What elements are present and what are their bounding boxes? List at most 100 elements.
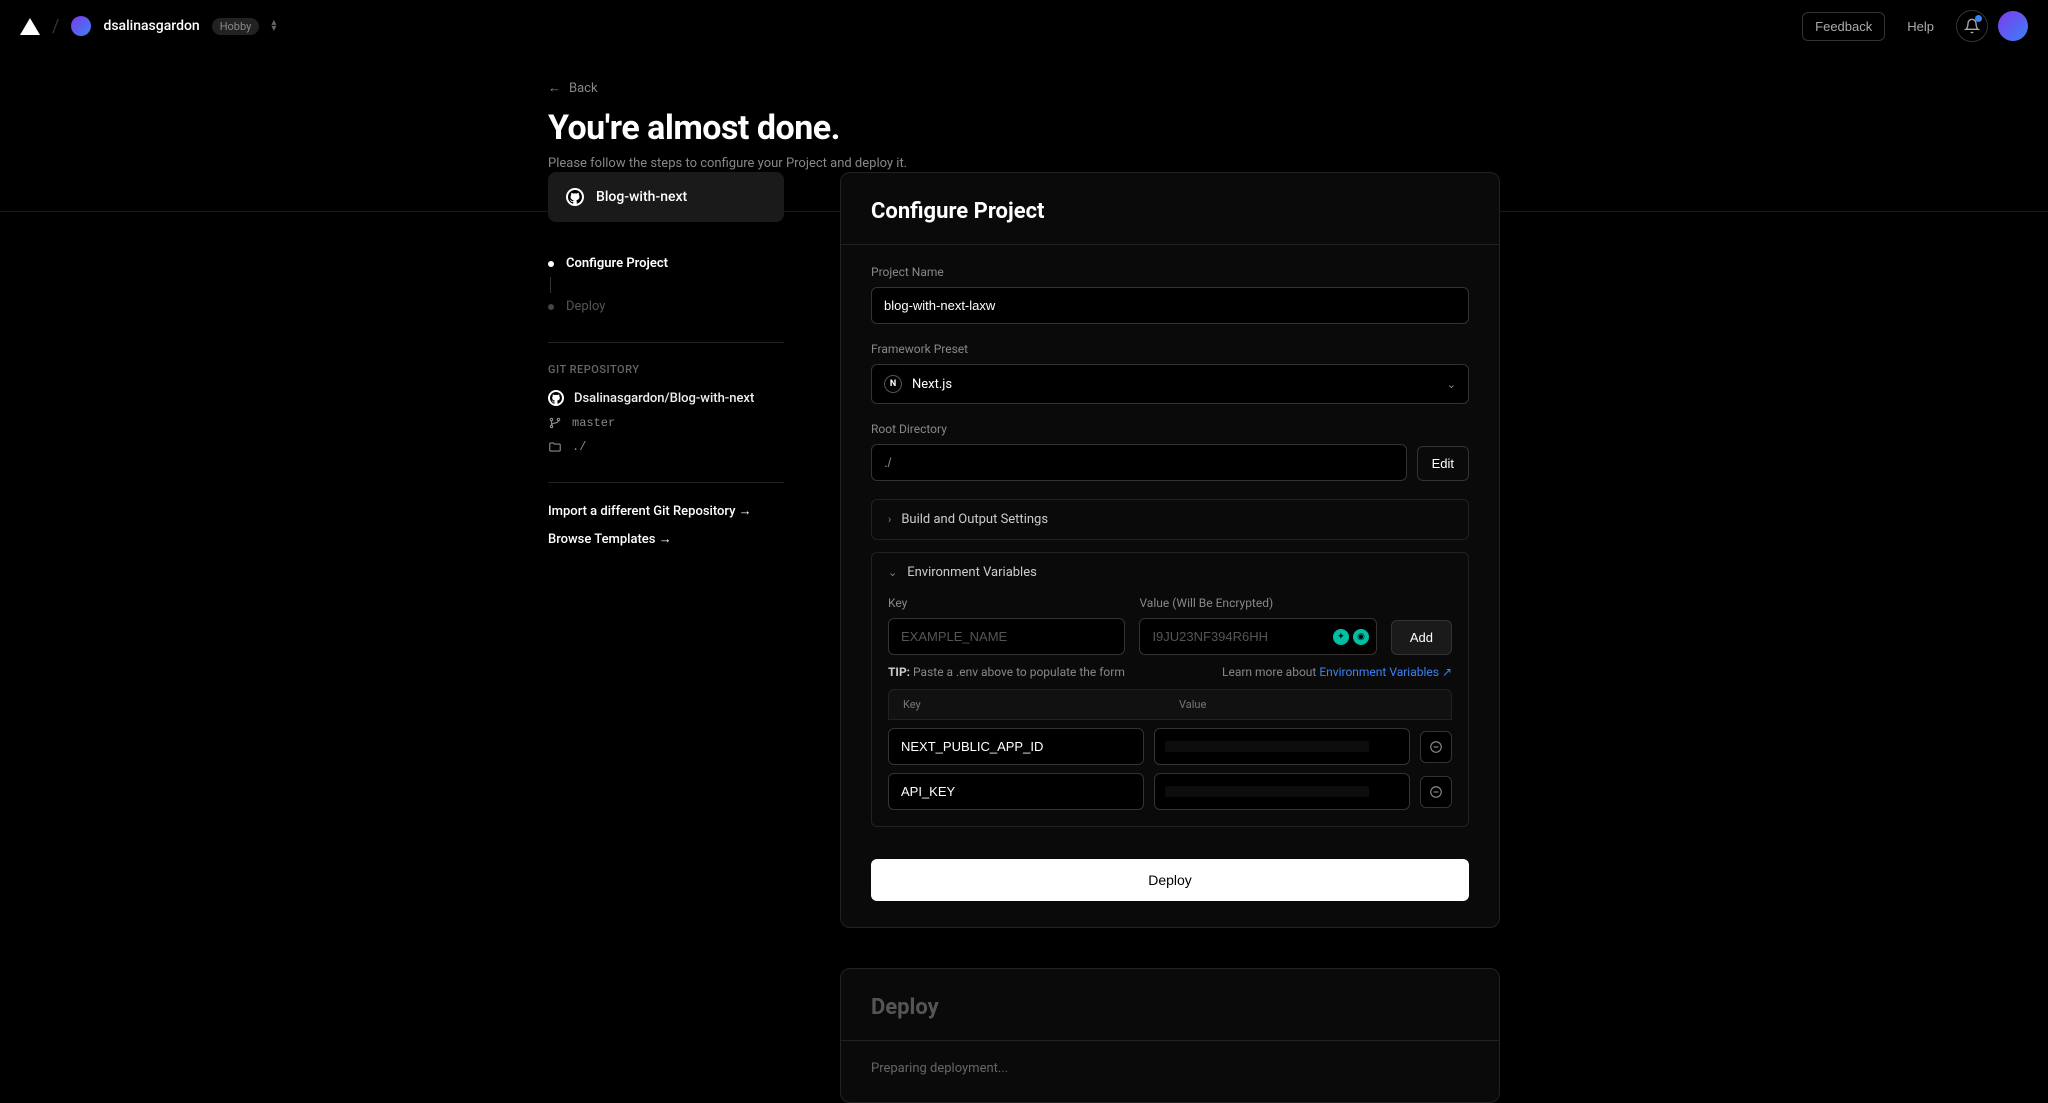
step-connector (550, 277, 551, 293)
deploy-card: Deploy Preparing deployment... (840, 968, 1500, 1103)
framework-value: Next.js (912, 377, 952, 392)
learn-more-prefix: Learn more about (1222, 665, 1319, 679)
remove-env-button[interactable] (1420, 776, 1452, 808)
extension-badge-icon[interactable]: ✦ (1333, 629, 1349, 645)
tip-bold: TIP: (888, 665, 910, 679)
sidebar-divider (548, 342, 784, 343)
password-manager-badges: ✦ ◉ (1333, 629, 1369, 645)
configure-project-card: Configure Project Project Name Framework… (840, 172, 1500, 928)
env-table-value-header: Value (1161, 698, 1437, 711)
env-table-key-header: Key (903, 698, 1161, 711)
chevron-down-icon: ⌄ (1447, 378, 1456, 391)
minus-circle-icon (1429, 785, 1443, 799)
username[interactable]: dsalinasgardon (103, 18, 199, 34)
env-entry-key[interactable] (888, 728, 1144, 765)
env-tip-row: TIP: Paste a .env above to populate the … (888, 665, 1452, 679)
notification-dot-icon (1975, 15, 1982, 22)
back-link[interactable]: ← Back (548, 80, 1500, 96)
env-value-label: Value (Will Be Encrypted) (1139, 596, 1376, 610)
edit-root-button[interactable]: Edit (1417, 446, 1469, 481)
repo-card-name: Blog-with-next (596, 189, 687, 205)
env-table-header: Key Value (888, 689, 1452, 720)
env-docs-link[interactable]: Environment Variables ↗ (1319, 665, 1452, 679)
framework-label: Framework Preset (871, 342, 1469, 356)
github-icon (566, 188, 584, 206)
deploy-title: Deploy (871, 995, 1469, 1020)
env-vars-body: Key Value (Will Be Encrypted) ✦ (872, 592, 1468, 826)
team-avatar-icon[interactable] (71, 16, 91, 36)
main-column: Configure Project Project Name Framework… (840, 132, 1500, 1103)
chevron-right-icon: › (888, 513, 891, 526)
project-name-group: Project Name (871, 265, 1469, 324)
minus-circle-icon (1429, 740, 1443, 754)
breadcrumb-slash: / (52, 16, 59, 37)
step-label: Configure Project (566, 256, 668, 271)
tip-text: Paste a .env above to populate the form (913, 665, 1125, 679)
env-entry-key[interactable] (888, 773, 1144, 810)
step-configure[interactable]: Configure Project (548, 256, 784, 271)
vercel-logo-icon[interactable] (20, 18, 40, 35)
external-link-icon: ↗ (1442, 665, 1452, 679)
env-key-input[interactable] (888, 618, 1125, 655)
root-dir-group: Root Directory Edit (871, 422, 1469, 481)
header-left: / dsalinasgardon Hobby ▴▾ (20, 16, 276, 37)
remove-env-button[interactable] (1420, 731, 1452, 763)
feedback-button[interactable]: Feedback (1802, 12, 1885, 41)
configure-title: Configure Project (871, 199, 1469, 224)
sidebar-divider (548, 482, 784, 483)
root-dir-input[interactable] (871, 444, 1407, 481)
build-settings-accordion: › Build and Output Settings (871, 499, 1469, 540)
root-dir-label: Root Directory (871, 422, 1469, 436)
root-path: ./ (572, 440, 586, 454)
step-label: Deploy (566, 299, 605, 314)
step-list: Configure Project Deploy (548, 256, 784, 314)
repo-full-name[interactable]: Dsalinasgardon/Blog-with-next (548, 390, 784, 406)
back-label: Back (569, 81, 598, 96)
card-divider (841, 1040, 1499, 1041)
env-vars-accordion: ⌄ Environment Variables Key Value (Will (871, 552, 1469, 827)
folder-icon (548, 440, 562, 454)
repo-full-text: Dsalinasgardon/Blog-with-next (574, 391, 754, 406)
import-different-repo-link[interactable]: Import a different Git Repository → (548, 503, 784, 519)
env-entry-row (888, 728, 1452, 765)
repo-branch: master (548, 416, 784, 430)
notifications-button[interactable] (1956, 10, 1988, 42)
git-section-label: GIT REPOSITORY (548, 363, 784, 376)
help-button[interactable]: Help (1895, 13, 1946, 40)
repo-root: ./ (548, 440, 784, 454)
git-repo-info: Dsalinasgardon/Blog-with-next master ./ (548, 390, 784, 454)
header-right: Feedback Help (1802, 10, 2028, 42)
scope-switcher-icon[interactable]: ▴▾ (271, 20, 276, 32)
deploy-status: Preparing deployment... (871, 1061, 1469, 1076)
left-sidebar: Blog-with-next Configure Project Deploy … (548, 132, 784, 1103)
env-key-label: Key (888, 596, 1125, 610)
chevron-down-icon: ⌄ (888, 566, 897, 579)
branch-name: master (572, 416, 615, 430)
env-entry-value-redacted[interactable] (1154, 773, 1410, 810)
plan-badge: Hobby (212, 18, 260, 35)
browse-templates-link[interactable]: Browse Templates → (548, 531, 784, 547)
build-settings-header[interactable]: › Build and Output Settings (872, 500, 1468, 539)
nextjs-icon: N (884, 375, 902, 393)
project-name-input[interactable] (871, 287, 1469, 324)
step-deploy[interactable]: Deploy (548, 299, 784, 314)
project-name-label: Project Name (871, 265, 1469, 279)
env-entry-value-redacted[interactable] (1154, 728, 1410, 765)
extension-badge-icon[interactable]: ◉ (1353, 629, 1369, 645)
card-divider (841, 244, 1499, 245)
add-env-button[interactable]: Add (1391, 620, 1452, 655)
branch-icon (548, 416, 562, 430)
step-dot-icon (548, 304, 554, 310)
deploy-button[interactable]: Deploy (871, 859, 1469, 901)
user-avatar[interactable] (1998, 11, 2028, 41)
top-header: / dsalinasgardon Hobby ▴▾ Feedback Help (0, 0, 2048, 52)
env-vars-header[interactable]: ⌄ Environment Variables (872, 553, 1468, 592)
github-icon (548, 390, 564, 406)
framework-group: Framework Preset N Next.js ⌄ (871, 342, 1469, 404)
framework-select[interactable]: N Next.js ⌄ (871, 364, 1469, 404)
env-vars-label: Environment Variables (907, 565, 1037, 580)
repo-summary-card: Blog-with-next (548, 172, 784, 222)
step-dot-icon (548, 261, 554, 267)
arrow-left-icon: ← (548, 80, 561, 96)
env-entry-row (888, 773, 1452, 810)
